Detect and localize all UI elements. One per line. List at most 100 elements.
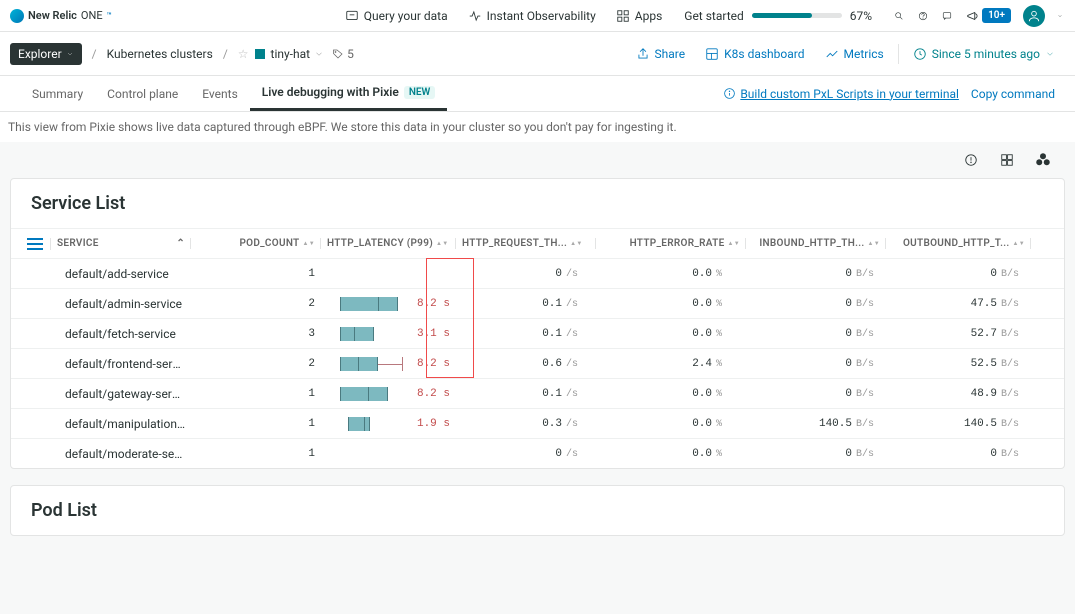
latency-cell: 3.1 s xyxy=(321,327,456,341)
panel-toolbar xyxy=(10,142,1065,178)
error-rate: 0.0% xyxy=(596,388,746,400)
error-rate: 2.4% xyxy=(596,358,746,370)
get-started-progress[interactable]: Get started 67% xyxy=(684,9,872,23)
col-inbound[interactable]: INBOUND_HTTP_TH...▲▼ xyxy=(746,238,886,249)
dashboard-icon xyxy=(705,47,719,61)
table-row[interactable]: default/manipulation-s... 1 1.9 s 0.3/s … xyxy=(11,408,1064,438)
service-name: default/moderate-servi... xyxy=(51,447,191,461)
outbound-throughput: 48.9B/s xyxy=(886,388,1031,400)
apps-link[interactable]: Apps xyxy=(616,9,663,23)
search-icon[interactable] xyxy=(892,9,906,23)
tab-control-plane[interactable]: Control plane xyxy=(95,76,190,111)
error-rate: 0.0% xyxy=(596,328,746,340)
service-name: default/admin-service xyxy=(51,297,191,311)
col-outbound[interactable]: OUTBOUND_HTTP_T...▲▼ xyxy=(886,238,1031,249)
hamburger-icon[interactable] xyxy=(27,238,43,250)
tab-events[interactable]: Events xyxy=(190,76,250,111)
latency-boxplot xyxy=(340,327,400,341)
cluster-name[interactable]: tiny-hat xyxy=(271,47,311,61)
pulse-icon xyxy=(468,9,482,23)
col-request-throughput[interactable]: HTTP_REQUEST_TH...▲▼ xyxy=(456,238,596,249)
metrics-button[interactable]: Metrics xyxy=(825,47,884,61)
table-row[interactable]: default/frontend-service 2 8.2 s 0.6/s 2… xyxy=(11,348,1064,378)
breadcrumb-bar: Explorer / Kubernetes clusters / ☆ tiny-… xyxy=(0,32,1075,76)
table-row[interactable]: default/add-service 1 0/s 0.0% 0B/s 0B/s xyxy=(11,258,1064,288)
service-name: default/frontend-service xyxy=(51,357,191,371)
brand-suffix: ONE xyxy=(81,9,103,22)
table-row[interactable]: default/gateway-service 1 8.2 s 0.1/s 0.… xyxy=(11,378,1064,408)
k8s-clusters-crumb[interactable]: Kubernetes clusters xyxy=(107,47,213,61)
query-icon xyxy=(345,9,359,23)
table-row[interactable]: default/fetch-service 3 3.1 s 0.1/s 0.0%… xyxy=(11,318,1064,348)
progress-bar xyxy=(752,13,842,18)
build-pxl-scripts-link[interactable]: Build custom PxL Scripts in your termina… xyxy=(723,87,959,101)
tab-pixie[interactable]: Live debugging with Pixie NEW xyxy=(250,76,448,111)
pod-count: 2 xyxy=(191,358,321,370)
inbound-throughput: 0B/s xyxy=(746,358,886,370)
request-throughput: 0.1/s xyxy=(456,388,596,400)
outbound-throughput: 140.5B/s xyxy=(886,418,1031,430)
copy-command-link[interactable]: Copy command xyxy=(971,87,1055,101)
logo-icon xyxy=(10,9,24,23)
col-service[interactable]: SERVICE⌃ xyxy=(51,238,191,249)
user-avatar[interactable] xyxy=(1023,5,1045,27)
chevron-down-icon[interactable] xyxy=(1055,9,1065,23)
grid-icon xyxy=(616,9,630,23)
latency-boxplot xyxy=(340,357,400,371)
cluster-view-icon[interactable] xyxy=(1033,150,1053,170)
brand-text: New Relic xyxy=(28,9,77,22)
pod-count: 1 xyxy=(191,268,321,280)
tags-button[interactable]: 5 xyxy=(332,47,354,61)
top-header: New Relic ONE™ Query your data Instant O… xyxy=(0,0,1075,32)
inbound-throughput: 140.5B/s xyxy=(746,418,886,430)
notif-badge: 10+ xyxy=(982,8,1011,23)
pod-count: 1 xyxy=(191,448,321,460)
tab-summary[interactable]: Summary xyxy=(20,76,95,111)
star-icon[interactable]: ☆ xyxy=(238,47,249,61)
pod-list-title: Pod List xyxy=(11,500,1064,535)
latency-cell: 8.2 s xyxy=(321,387,456,401)
service-name: default/manipulation-s... xyxy=(51,417,191,431)
table-header: SERVICE⌃ POD_COUNT▲▼ HTTP_LATENCY (P99)▲… xyxy=(11,228,1064,258)
pod-list-panel: Pod List xyxy=(10,485,1065,536)
table-row[interactable]: default/moderate-servi... 1 0/s 0.0% 0B/… xyxy=(11,438,1064,468)
col-error-rate[interactable]: HTTP_ERROR_RATE▲▼ xyxy=(596,238,746,249)
service-name: default/add-service xyxy=(51,267,191,281)
brand-logo[interactable]: New Relic ONE™ xyxy=(10,9,112,23)
outbound-throughput: 0B/s xyxy=(886,268,1031,280)
grid-view-icon[interactable] xyxy=(997,150,1017,170)
inbound-throughput: 0B/s xyxy=(746,298,886,310)
pod-count: 3 xyxy=(191,328,321,340)
col-latency[interactable]: HTTP_LATENCY (P99)▲▼ xyxy=(321,238,456,249)
k8s-dashboard-button[interactable]: K8s dashboard xyxy=(705,47,804,61)
help-icon[interactable] xyxy=(916,9,930,23)
announce-button[interactable]: 10+ xyxy=(964,6,1013,25)
chevron-down-icon[interactable] xyxy=(314,49,324,59)
table-row[interactable]: default/admin-service 2 8.2 s 0.1/s 0.0%… xyxy=(11,288,1064,318)
warning-icon[interactable] xyxy=(961,150,981,170)
error-rate: 0.0% xyxy=(596,268,746,280)
query-your-data-link[interactable]: Query your data xyxy=(345,9,448,23)
service-name: default/gateway-service xyxy=(51,387,191,401)
instant-observability-link[interactable]: Instant Observability xyxy=(468,9,596,23)
tag-icon xyxy=(332,48,344,60)
share-button[interactable]: Share xyxy=(636,47,686,61)
request-throughput: 0.1/s xyxy=(456,328,596,340)
request-throughput: 0.1/s xyxy=(456,298,596,310)
chat-icon[interactable] xyxy=(940,9,954,23)
tab-bar: Summary Control plane Events Live debugg… xyxy=(0,76,1075,112)
share-icon xyxy=(636,47,650,61)
explorer-button[interactable]: Explorer xyxy=(10,43,82,65)
col-pod-count[interactable]: POD_COUNT▲▼ xyxy=(191,238,321,249)
outbound-throughput: 0B/s xyxy=(886,448,1031,460)
inbound-throughput: 0B/s xyxy=(746,448,886,460)
content-area: Service List SERVICE⌃ POD_COUNT▲▼ HTTP_L… xyxy=(0,142,1075,614)
new-badge: NEW xyxy=(404,86,436,99)
request-throughput: 0/s xyxy=(456,268,596,280)
inbound-throughput: 0B/s xyxy=(746,328,886,340)
outbound-throughput: 52.7B/s xyxy=(886,328,1031,340)
latency-boxplot xyxy=(340,387,400,401)
time-picker[interactable]: Since 5 minutes ago xyxy=(913,47,1055,61)
outbound-throughput: 52.5B/s xyxy=(886,358,1031,370)
latency-boxplot xyxy=(340,417,400,431)
